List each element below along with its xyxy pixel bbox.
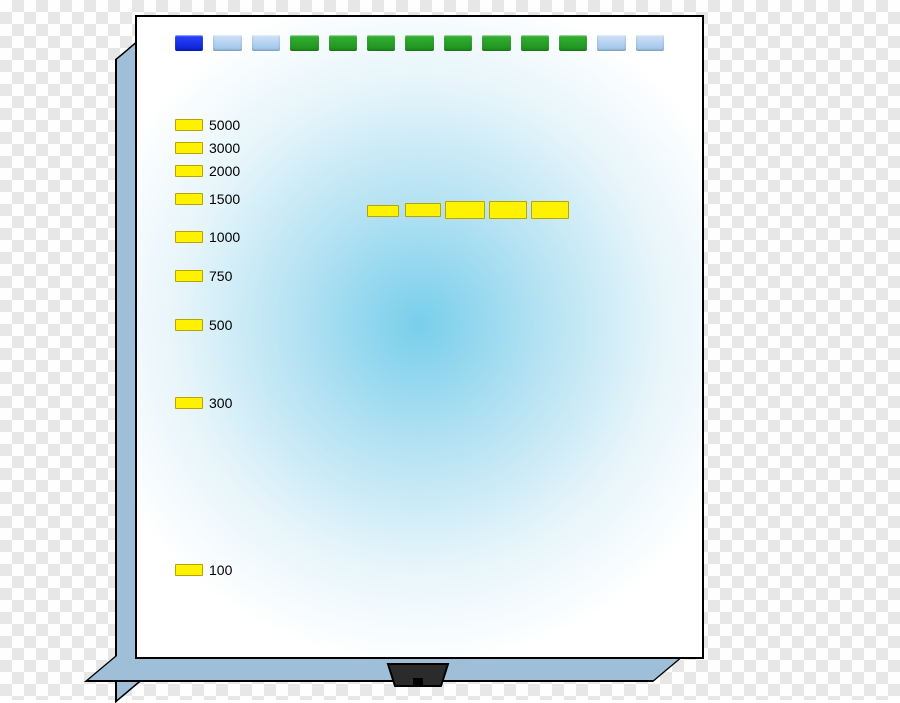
loading-well (559, 35, 587, 51)
loading-well (482, 35, 510, 51)
loading-well (521, 35, 549, 51)
loading-well (367, 35, 395, 51)
ladder-marker: 750 (175, 268, 232, 284)
ladder-size-label: 300 (209, 395, 232, 411)
ladder-size-label: 1000 (209, 229, 240, 245)
ladder-band (175, 119, 203, 131)
loading-well (636, 35, 664, 51)
sample-band (445, 201, 485, 219)
ladder-marker: 5000 (175, 117, 240, 133)
ladder-band (175, 564, 203, 576)
ladder-band (175, 193, 203, 205)
loading-well (597, 35, 625, 51)
loading-well (329, 35, 357, 51)
ladder-marker: 3000 (175, 140, 240, 156)
ladder-size-label: 500 (209, 317, 232, 333)
ladder-marker: 1500 (175, 191, 240, 207)
ladder-band (175, 231, 203, 243)
gel-front-face: 5000 3000 2000 1500 1000 750 500 300 100 (135, 15, 704, 659)
sample-band (405, 203, 441, 217)
bottom-tray-icon (383, 662, 453, 692)
ladder-marker: 500 (175, 317, 232, 333)
ladder-size-label: 750 (209, 268, 232, 284)
gel-electrophoresis-device: 5000 3000 2000 1500 1000 750 500 300 100 (135, 15, 700, 680)
ladder-marker: 2000 (175, 163, 240, 179)
ladder-marker: 1000 (175, 229, 240, 245)
sample-band (489, 201, 527, 219)
ladder-band (175, 165, 203, 177)
loading-well (405, 35, 433, 51)
dna-ladder-lane: 5000 3000 2000 1500 1000 750 500 300 100 (175, 17, 295, 657)
ladder-size-label: 5000 (209, 117, 240, 133)
ladder-size-label: 2000 (209, 163, 240, 179)
sample-band (531, 201, 569, 219)
ladder-size-label: 100 (209, 562, 232, 578)
ladder-size-label: 1500 (209, 191, 240, 207)
ladder-marker: 300 (175, 395, 232, 411)
loading-well (444, 35, 472, 51)
ladder-band (175, 397, 203, 409)
ladder-marker: 100 (175, 562, 232, 578)
sample-band (367, 205, 399, 217)
ladder-size-label: 3000 (209, 140, 240, 156)
ladder-band (175, 319, 203, 331)
ladder-band (175, 270, 203, 282)
ladder-band (175, 142, 203, 154)
